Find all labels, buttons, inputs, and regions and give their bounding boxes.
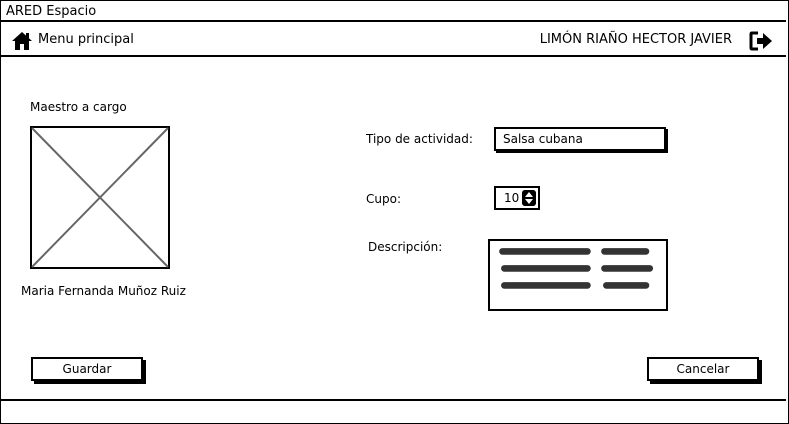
description-label: Descripción: — [368, 240, 443, 254]
teacher-photo — [30, 126, 170, 269]
logout-icon[interactable] — [749, 30, 773, 52]
footer-bar — [1, 399, 786, 423]
teacher-section-title: Maestro a cargo — [30, 100, 127, 114]
main-menu-link[interactable]: Menu principal — [38, 32, 134, 47]
capacity-value: 10 — [504, 191, 520, 205]
teacher-name: Maria Fernanda Muñoz Ruiz — [21, 284, 186, 298]
description-textarea[interactable] — [488, 239, 668, 311]
top-navbar: Menu principal LIMÓN RIAÑO HECTOR JAVIER — [1, 24, 786, 57]
activity-type-input[interactable]: Salsa cubana — [494, 127, 666, 151]
stepper-arrows-icon[interactable] — [522, 190, 536, 206]
window-title: ARED Espacio — [1, 1, 786, 22]
activity-type-label: Tipo de actividad: — [366, 132, 473, 146]
home-icon[interactable] — [11, 31, 33, 51]
save-button[interactable]: Guardar — [31, 357, 143, 381]
capacity-label: Cupo: — [366, 192, 401, 206]
capacity-stepper[interactable]: 10 — [494, 186, 540, 210]
user-name: LIMÓN RIAÑO HECTOR JAVIER — [539, 32, 732, 47]
cancel-button[interactable]: Cancelar — [647, 357, 759, 381]
